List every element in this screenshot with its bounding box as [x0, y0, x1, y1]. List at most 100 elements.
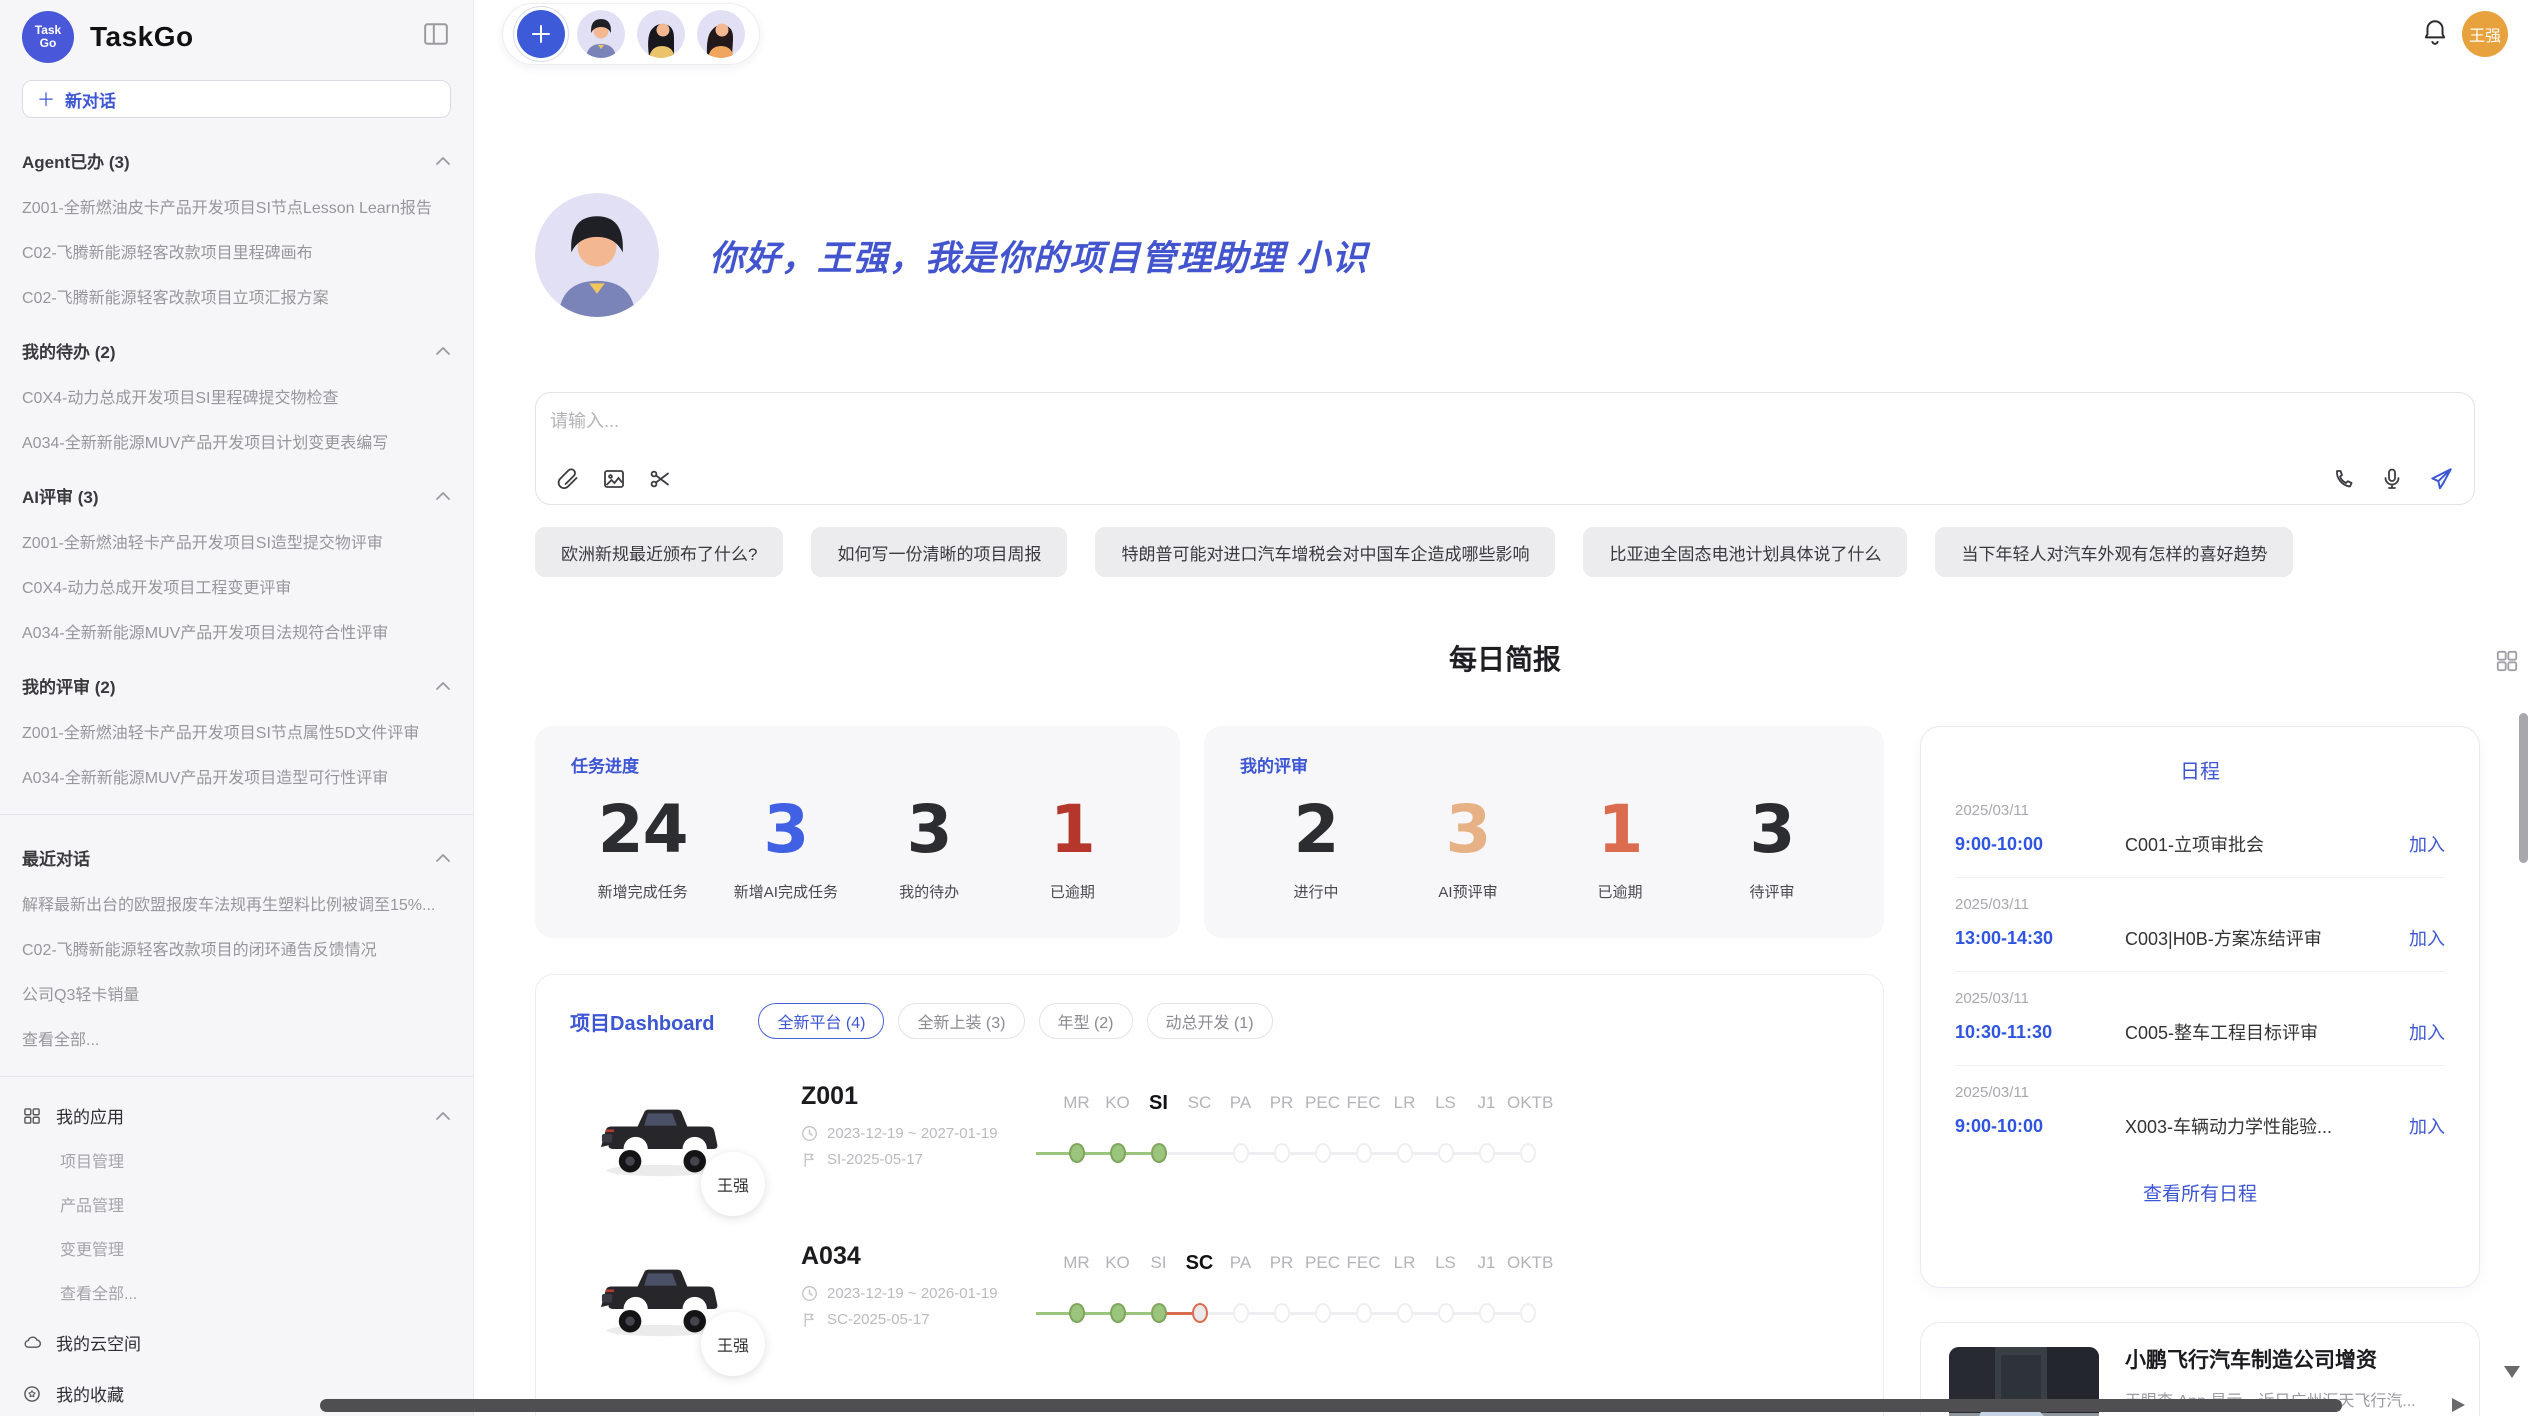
event-name: C005-整车工程目标评审: [2125, 1019, 2409, 1045]
suggestion-chip[interactable]: 如何写一份清晰的项目周报: [811, 527, 1067, 577]
recent-chat-item[interactable]: 解释最新出台的欧盟报废车法规再生塑料比例被调至15%...: [22, 891, 451, 915]
milestone-oktb: OKTB: [1507, 1090, 1548, 1166]
schedule-title: 日程: [1921, 755, 2479, 784]
task-item[interactable]: C02-飞腾新能源轻客改款项目里程碑画布: [22, 239, 451, 263]
cloud-space-label: 我的云空间: [56, 1330, 451, 1355]
task-item[interactable]: A034-全新新能源MUV产品开发项目法规符合性评审: [22, 619, 451, 643]
app-item-project-mgmt[interactable]: 项目管理: [60, 1148, 451, 1172]
chevron-up-icon: [435, 346, 451, 356]
task-item[interactable]: C0X4-动力总成开发项目SI里程碑提交物检查: [22, 384, 451, 408]
task-progress-card: 任务进度 24 新增完成任务 3 新增AI完成任务 3 我的待办 1 已逾期: [535, 726, 1180, 938]
voice-call-button[interactable]: [2332, 467, 2356, 491]
stat-label: AI预评审: [1392, 881, 1544, 902]
agent-avatar[interactable]: [577, 10, 625, 58]
filter-chip-powertrain[interactable]: 动总开发 (1): [1147, 1003, 1273, 1039]
clock-icon: [801, 1125, 818, 1142]
attach-file-button[interactable]: [556, 467, 580, 491]
sidebar-item-my-apps[interactable]: 我的应用: [22, 1103, 451, 1128]
add-agent-button[interactable]: [517, 10, 565, 58]
section-header-my-review[interactable]: 我的评审 (2): [22, 673, 451, 698]
stat-overdue: 1 已逾期: [1001, 791, 1144, 902]
agent-switcher: [502, 3, 760, 65]
task-item[interactable]: A034-全新新能源MUV产品开发项目计划变更表编写: [22, 429, 451, 453]
project-row-a034[interactable]: 王强 A034 2023-12-19 ~ 2026-01-19 SC-2025-…: [586, 1236, 1847, 1391]
task-item[interactable]: C02-飞腾新能源轻客改款项目立项汇报方案: [22, 284, 451, 308]
news-title: 小鹏飞行汽车制造公司增资: [2125, 1347, 2416, 1374]
layout-toggle-button[interactable]: [2494, 648, 2520, 674]
insert-image-button[interactable]: [602, 467, 626, 491]
bell-icon: [2422, 18, 2448, 46]
section-header-recent-chats[interactable]: 最近对话: [22, 845, 451, 870]
stat-review-overdue: 1 已逾期: [1544, 791, 1696, 902]
suggestion-chip[interactable]: 特朗普可能对进口汽车增税会对中国车企造成哪些影响: [1095, 527, 1555, 577]
panel-toggle-icon: [423, 22, 449, 46]
app-title: TaskGo: [90, 21, 194, 53]
filter-chip-new-platform[interactable]: 全新平台 (4): [758, 1003, 884, 1039]
chat-input[interactable]: [550, 407, 2460, 453]
vertical-scrollbar-thumb[interactable]: [2519, 713, 2528, 863]
section-header-my-todo[interactable]: 我的待办 (2): [22, 338, 451, 363]
scroll-down-arrow[interactable]: [2504, 1366, 2520, 1378]
stat-value: 3: [858, 791, 1001, 869]
suggestion-chip[interactable]: 欧洲新规最近颁布了什么?: [535, 527, 783, 577]
task-item[interactable]: Z001-全新燃油轻卡产品开发项目SI节点属性5D文件评审: [22, 719, 451, 743]
recent-view-all-link[interactable]: 查看全部...: [22, 1026, 451, 1050]
apps-view-all-link[interactable]: 查看全部...: [60, 1280, 451, 1304]
project-row-z001[interactable]: 王强 Z001 2023-12-19 ~ 2027-01-19 SI-2025-…: [586, 1076, 1847, 1231]
task-item[interactable]: C0X4-动力总成开发项目工程变更评审: [22, 574, 451, 598]
user-avatar[interactable]: 王强: [2462, 11, 2508, 57]
app-item-product-mgmt[interactable]: 产品管理: [60, 1192, 451, 1216]
plus-icon: ＋: [37, 86, 55, 112]
recent-chat-item[interactable]: 公司Q3轻卡销量: [22, 981, 451, 1005]
assistant-avatar: [535, 193, 659, 317]
microphone-button[interactable]: [2380, 467, 2404, 491]
screenshot-button[interactable]: [648, 467, 672, 491]
sidebar-item-cloud-space[interactable]: 我的云空间: [22, 1330, 451, 1355]
horizontal-scrollbar-thumb[interactable]: [320, 1399, 2342, 1412]
join-meeting-link[interactable]: 加入: [2409, 925, 2445, 951]
schedule-event: 2025/03/11 13:00-14:30 C003|H0B-方案冻结评审 加…: [1955, 878, 2445, 972]
stat-label: 新增AI完成任务: [714, 881, 857, 902]
notification-bell-button[interactable]: [2422, 18, 2448, 46]
suggestion-chip[interactable]: 当下年轻人对汽车外观有怎样的喜好趋势: [1935, 527, 2293, 577]
section-header-ai-review[interactable]: AI评审 (3): [22, 483, 451, 508]
task-item[interactable]: Z001-全新燃油皮卡产品开发项目SI节点Lesson Learn报告: [22, 194, 451, 218]
sidebar-header: Task Go TaskGo: [22, 10, 451, 64]
stat-value: 3: [714, 791, 857, 869]
stat-value: 1: [1544, 791, 1696, 869]
daily-briefing-title: 每日简报: [535, 638, 2475, 678]
card-title: 我的评审: [1240, 752, 1848, 777]
join-meeting-link[interactable]: 加入: [2409, 1113, 2445, 1139]
divider: [0, 814, 473, 815]
sidebar-collapse-button[interactable]: [423, 22, 449, 46]
card-title: 任务进度: [571, 752, 1144, 777]
milestone-timeline: MRKOSISCPAPRPECFECLRLSJ1OKTB: [1056, 1090, 1548, 1166]
app-item-change-mgmt[interactable]: 变更管理: [60, 1236, 451, 1260]
stat-in-progress: 2 进行中: [1240, 791, 1392, 902]
chevron-up-icon: [435, 156, 451, 166]
task-item[interactable]: Z001-全新燃油轻卡产品开发项目SI造型提交物评审: [22, 529, 451, 553]
phone-icon: [2332, 467, 2356, 491]
filter-chip-model-year[interactable]: 年型 (2): [1039, 1003, 1133, 1039]
project-owner-badge: 王强: [701, 1312, 765, 1376]
project-code: Z001: [801, 1082, 998, 1111]
new-chat-button[interactable]: ＋ 新对话: [22, 80, 451, 118]
stat-label: 已逾期: [1544, 881, 1696, 902]
stat-value: 24: [571, 791, 714, 869]
agent-avatar[interactable]: [637, 10, 685, 58]
task-item[interactable]: A034-全新新能源MUV产品开发项目造型可行性评审: [22, 764, 451, 788]
apps-grid-icon: [22, 1106, 42, 1126]
scroll-right-arrow[interactable]: [2452, 1398, 2465, 1412]
filter-chip-new-body[interactable]: 全新上装 (3): [898, 1003, 1024, 1039]
project-current-milestone-date: SI-2025-05-17: [827, 1151, 923, 1168]
view-all-schedule-link[interactable]: 查看所有日程: [2143, 1179, 2257, 1206]
stat-label: 待评审: [1696, 881, 1848, 902]
agent-avatar[interactable]: [697, 10, 745, 58]
suggestion-chip[interactable]: 比亚迪全固态电池计划具体说了什么: [1583, 527, 1907, 577]
join-meeting-link[interactable]: 加入: [2409, 831, 2445, 857]
recent-chat-item[interactable]: C02-飞腾新能源轻客改款项目的闭环通告反馈情况: [22, 936, 451, 960]
star-badge-icon: [22, 1384, 42, 1404]
send-button[interactable]: [2428, 466, 2454, 492]
join-meeting-link[interactable]: 加入: [2409, 1019, 2445, 1045]
section-header-agent-done[interactable]: Agent已办 (3): [22, 148, 451, 173]
